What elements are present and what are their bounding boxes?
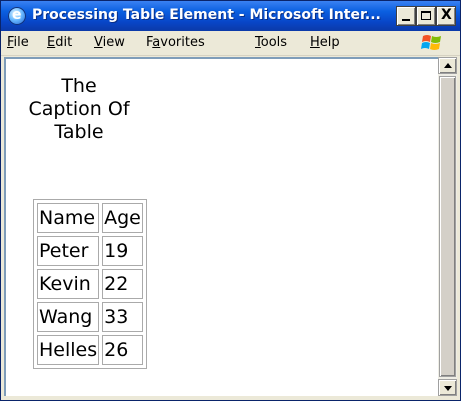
caption-line: Caption Of <box>28 98 130 120</box>
name-cell: Kevin <box>37 269 100 299</box>
menu-file[interactable]: File <box>7 35 29 50</box>
name-cell: Peter <box>37 236 100 266</box>
close-icon: X <box>441 7 452 23</box>
name-cell: Wang <box>37 302 100 332</box>
menu-favorites[interactable]: Favorites <box>146 35 205 50</box>
age-cell: 22 <box>102 269 143 299</box>
table-row: Kevin 22 <box>37 269 143 299</box>
vertical-scrollbar[interactable] <box>438 57 457 396</box>
close-button[interactable]: X <box>436 6 456 26</box>
maximize-button[interactable] <box>416 6 436 26</box>
age-cell: 19 <box>102 236 143 266</box>
menu-view[interactable]: View <box>94 35 125 50</box>
header-name: Name <box>37 203 100 233</box>
header-age: Age <box>102 203 143 233</box>
menu-help[interactable]: Help <box>310 35 340 50</box>
scrollbar-thumb[interactable] <box>439 76 456 377</box>
page-content: The Caption Of Table Name Age Peter 19 K… <box>4 57 438 396</box>
window-title: Processing Table Element - Microsoft Int… <box>32 7 381 23</box>
table-header-row: Name Age <box>37 203 143 233</box>
table-row: Wang 33 <box>37 302 143 332</box>
scroll-up-button[interactable] <box>438 57 457 74</box>
caption-line: The <box>61 75 97 97</box>
table-caption: The Caption Of Table <box>14 75 144 144</box>
menu-tools[interactable]: Tools <box>255 35 287 50</box>
ie-logo-icon[interactable]: e <box>8 7 26 25</box>
minimize-button[interactable] <box>396 6 416 26</box>
data-table: Name Age Peter 19 Kevin 22 Wang 33 Helle… <box>33 199 147 369</box>
windows-flag-icon <box>421 35 441 50</box>
scroll-down-button[interactable] <box>438 379 457 396</box>
table-row: Peter 19 <box>37 236 143 266</box>
table-row: Helles 26 <box>37 335 143 365</box>
menu-bar: File Edit View Favorites Tools Help <box>1 31 460 56</box>
age-cell: 33 <box>102 302 143 332</box>
age-cell: 26 <box>102 335 143 365</box>
caption-line: Table <box>54 121 104 143</box>
title-bar[interactable]: e Processing Table Element - Microsoft I… <box>1 1 460 31</box>
browser-window: e Processing Table Element - Microsoft I… <box>0 0 461 401</box>
name-cell: Helles <box>37 335 100 365</box>
menu-edit[interactable]: Edit <box>47 35 72 50</box>
